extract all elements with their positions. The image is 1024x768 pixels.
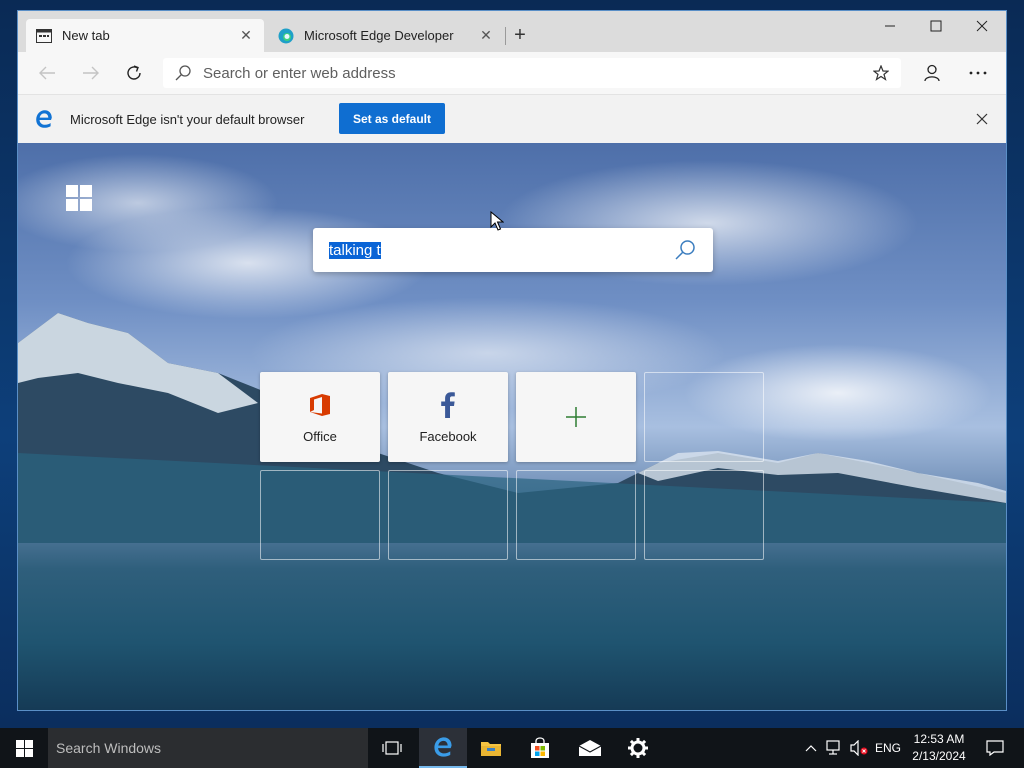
close-icon[interactable]: ✕ — [238, 27, 254, 44]
profile-button[interactable] — [918, 60, 946, 86]
empty-tile-slot — [644, 372, 764, 462]
clock-date: 2/13/2024 — [912, 749, 966, 763]
store-button[interactable] — [516, 728, 564, 768]
tab-separator — [505, 27, 506, 45]
favorite-star-icon[interactable] — [861, 65, 901, 81]
taskbar: ENG 12:53 AM 2/13/2024 — [0, 728, 1024, 768]
language-indicator[interactable]: ENG — [872, 728, 904, 768]
search-icon[interactable] — [673, 238, 697, 262]
add-site-button[interactable] — [516, 372, 636, 462]
tab-microsoft-edge-developer[interactable]: Microsoft Edge Developer ✕ — [268, 19, 504, 52]
windows-logo-icon — [66, 185, 92, 211]
mail-button[interactable] — [566, 728, 614, 768]
facebook-icon — [434, 391, 462, 419]
toolbar — [18, 52, 1006, 94]
search-icon — [163, 64, 203, 82]
mouse-cursor-icon — [490, 211, 504, 231]
address-input[interactable] — [203, 64, 861, 82]
action-center-button[interactable] — [975, 728, 1015, 768]
infobar-message: Microsoft Edge isn't your default browse… — [70, 112, 305, 127]
top-site-office[interactable]: Office — [260, 372, 380, 462]
start-button[interactable] — [0, 728, 48, 768]
new-tab-page-icon — [36, 28, 52, 44]
edge-taskbar-button[interactable] — [419, 728, 467, 768]
empty-tile-slot — [388, 470, 508, 560]
settings-button[interactable] — [614, 728, 662, 768]
volume-muted-icon[interactable] — [848, 728, 870, 768]
close-icon[interactable] — [974, 111, 990, 127]
browser-window: New tab ✕ Microsoft Edge Developer ✕ + S… — [17, 10, 1007, 711]
empty-tile-slot — [516, 470, 636, 560]
tile-label: Facebook — [419, 428, 477, 444]
tab-strip: New tab ✕ Microsoft Edge Developer ✕ + — [18, 11, 1006, 52]
edge-icon — [278, 28, 294, 44]
taskbar-search[interactable] — [48, 728, 368, 768]
network-icon[interactable] — [824, 728, 846, 768]
refresh-button[interactable] — [120, 60, 148, 86]
tile-label: Office — [303, 428, 337, 444]
maximize-button[interactable] — [913, 11, 959, 41]
new-tab-search-box[interactable]: talking t — [313, 228, 713, 272]
close-window-button[interactable] — [959, 11, 1005, 41]
tab-title: New tab — [62, 28, 110, 43]
clock[interactable]: 12:53 AM 2/13/2024 — [906, 731, 972, 765]
office-icon — [306, 391, 334, 419]
tab-new-tab[interactable]: New tab ✕ — [26, 19, 264, 52]
new-tab-button[interactable]: + — [509, 24, 531, 46]
empty-tile-slot — [644, 470, 764, 560]
edge-legacy-icon — [34, 109, 54, 129]
more-options-button[interactable] — [964, 60, 992, 86]
clock-time: 12:53 AM — [913, 732, 965, 746]
task-view-button[interactable] — [368, 728, 416, 768]
search-query[interactable]: talking t — [329, 241, 673, 259]
forward-button[interactable] — [77, 60, 105, 86]
default-browser-infobar: Microsoft Edge isn't your default browse… — [18, 94, 1006, 143]
background-landscape — [18, 313, 1006, 543]
new-tab-page: talking t Office Facebook — [18, 143, 1006, 710]
set-as-default-button[interactable]: Set as default — [339, 103, 445, 134]
address-bar[interactable] — [163, 58, 901, 88]
empty-tile-slot — [260, 470, 380, 560]
back-button[interactable] — [33, 60, 61, 86]
add-icon — [562, 403, 590, 431]
file-explorer-button[interactable] — [467, 728, 515, 768]
minimize-button[interactable] — [867, 11, 913, 41]
search-query-text: talking t — [329, 241, 381, 259]
show-hidden-icons-button[interactable] — [800, 728, 822, 768]
tab-title: Microsoft Edge Developer — [304, 28, 454, 43]
top-site-facebook[interactable]: Facebook — [388, 372, 508, 462]
close-icon[interactable]: ✕ — [478, 27, 494, 44]
taskbar-search-input[interactable] — [56, 740, 368, 756]
